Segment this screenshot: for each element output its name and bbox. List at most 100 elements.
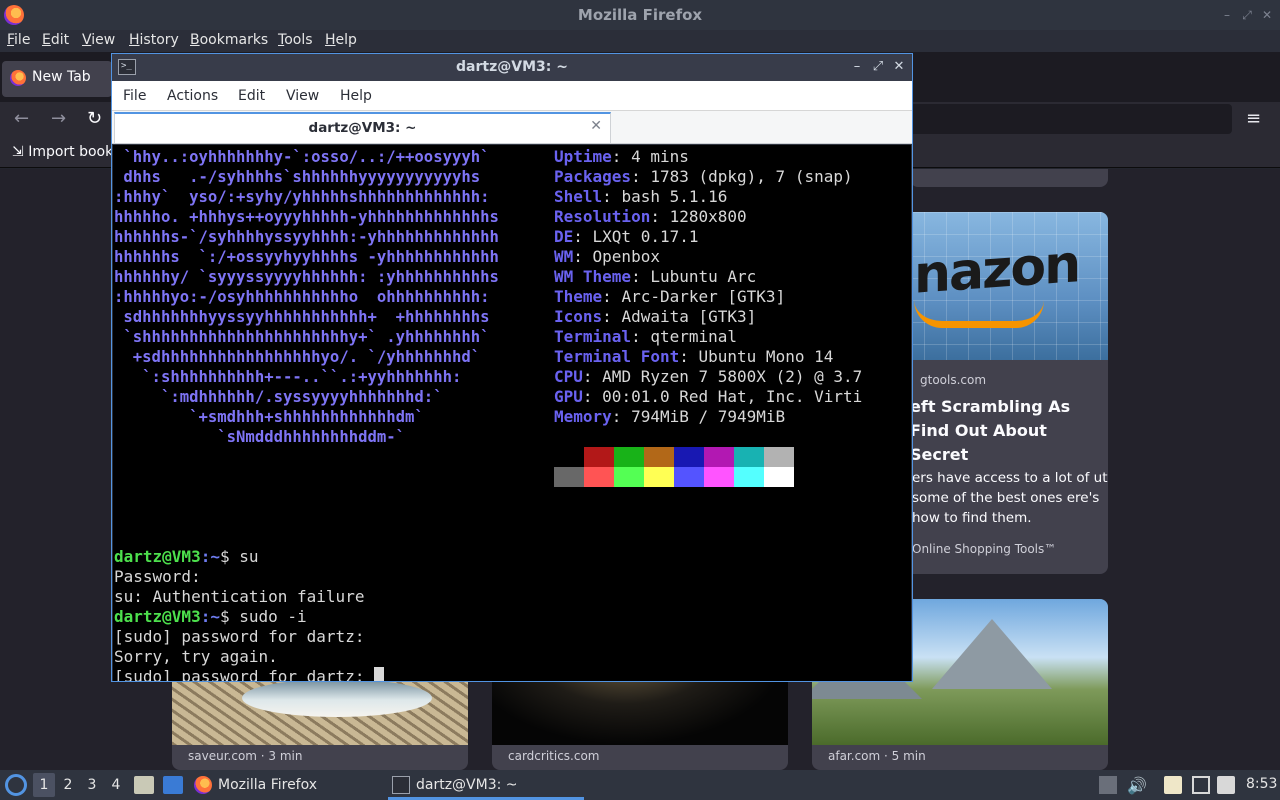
- terminal-output[interactable]: `hhy..:oyhhhhhhhy-`:osso/..:/++oosyyyh` …: [113, 145, 911, 681]
- ascii-logo-line: `shhhhhhhhhhhhhhhhhhhhhhy+` .yhhhhhhhh`: [114, 328, 490, 346]
- menu-edit[interactable]: Edit: [42, 32, 69, 48]
- terminal-menu-view[interactable]: View: [286, 88, 319, 104]
- terminal-titlebar[interactable]: >_ dartz@VM3: ~ – ⤢ ✕: [112, 54, 912, 81]
- color-swatch: [764, 447, 794, 467]
- ascii-logo-line: hhhhho. +hhhys++oyyyhhhhh-yhhhhhhhhhhhhh…: [114, 208, 499, 226]
- color-swatch: [584, 447, 614, 467]
- shell-session: dartz@VM3:~$ su Password: su: Authenticati…: [114, 527, 385, 681]
- firefox-tab-icon: [10, 70, 26, 86]
- reload-icon[interactable]: ↻: [87, 108, 102, 129]
- desktop-2[interactable]: 2: [57, 773, 79, 797]
- story-card-amazon[interactable]: nazon gtools.com eft Scrambling As Find …: [880, 212, 1108, 574]
- amazon-smile-logo: [914, 300, 1044, 328]
- info-row: Memory: 794MiB / 7949MiB: [554, 407, 786, 426]
- show-desktop-icon[interactable]: [163, 776, 183, 794]
- desktop-3[interactable]: 3: [81, 773, 103, 797]
- menu-help[interactable]: Help: [325, 32, 357, 48]
- volume-icon[interactable]: 🔊: [1127, 776, 1147, 795]
- info-row: WM Theme: Lubuntu Arc: [554, 267, 757, 286]
- terminal-window[interactable]: >_ dartz@VM3: ~ – ⤢ ✕ File Actions Edit …: [111, 53, 913, 682]
- desktop-1[interactable]: 1: [33, 773, 55, 797]
- eject-icon[interactable]: [1099, 776, 1117, 794]
- clock: 8:53: [1246, 776, 1278, 792]
- file-manager-icon[interactable]: [134, 776, 154, 794]
- info-key: CPU: [554, 367, 583, 386]
- minimize-icon[interactable]: –: [1220, 8, 1234, 22]
- forward-arrow-icon[interactable]: →: [51, 108, 66, 129]
- info-value: Ubuntu Mono 14: [698, 347, 834, 366]
- info-key: Packages: [554, 167, 632, 186]
- story-source: cardcritics.com: [508, 749, 600, 763]
- terminal-menu-actions[interactable]: Actions: [167, 88, 218, 104]
- info-value: 00:01.0 Red Hat, Inc. Virti: [602, 387, 863, 406]
- desktop-4[interactable]: 4: [105, 773, 127, 797]
- info-key: Theme: [554, 287, 603, 306]
- info-value: 4 mins: [631, 147, 689, 166]
- info-row: Theme: Arc-Darker [GTK3]: [554, 287, 786, 306]
- story-card-partial[interactable]: [910, 169, 1108, 187]
- ascii-logo-line: dhhs .-/syhhhhs`shhhhhhyyyyyyyyyyyhs: [114, 168, 481, 186]
- prompt-line: dartz@VM3:~$ su: [114, 547, 259, 566]
- color-swatch: [674, 447, 704, 467]
- start-menu-icon[interactable]: [5, 774, 27, 796]
- color-swatch: [704, 447, 734, 467]
- url-bar[interactable]: [910, 104, 1232, 134]
- info-row: Terminal Font: Ubuntu Mono 14: [554, 347, 834, 366]
- task-label: Mozilla Firefox: [218, 777, 318, 793]
- output-line: [sudo] password for dartz:: [114, 667, 385, 681]
- story-description: ers have access to a lot of ut some of t…: [912, 470, 1108, 526]
- story-source: afar.com · 5 min: [828, 749, 926, 763]
- info-value: LXQt 0.17.1: [592, 227, 699, 246]
- info-key: GPU: [554, 387, 583, 406]
- output-line: Password:: [114, 567, 201, 586]
- ascii-logo-line: hhhhhhs `:/+ossyyhyyhhhhs -yhhhhhhhhhhhh: [114, 248, 499, 266]
- import-bookmarks-button[interactable]: ⇲ Import book: [12, 144, 113, 160]
- terminal-menu-edit[interactable]: Edit: [238, 88, 265, 104]
- menu-file[interactable]: File: [7, 32, 30, 48]
- close-icon[interactable]: ✕: [1260, 8, 1274, 22]
- terminal-menu-help[interactable]: Help: [340, 88, 372, 104]
- terminal-menu-file[interactable]: File: [123, 88, 146, 104]
- ascii-logo-line: hhhhhhs-`/syhhhhyssyyhhhh:-yhhhhhhhhhhhh…: [114, 228, 499, 246]
- color-swatch: [764, 467, 794, 487]
- info-row: CPU: AMD Ryzen 7 5800X (2) @ 3.7: [554, 367, 863, 386]
- maximize-icon[interactable]: ⤢: [1240, 8, 1254, 22]
- ascii-logo-line: `sNmdddhhhhhhhhddm-`: [114, 428, 406, 446]
- terminal-tab[interactable]: dartz@VM3: ~ ✕: [114, 112, 611, 143]
- menu-tools[interactable]: Tools: [278, 32, 313, 48]
- tab-new-tab[interactable]: New Tab: [2, 61, 112, 97]
- ascii-logo-line: `hhy..:oyhhhhhhhy-`:osso/..:/++oosyyyh`: [114, 148, 490, 166]
- clipboard-icon[interactable]: [1164, 776, 1182, 794]
- info-value: 794MiB / 7949MiB: [631, 407, 786, 426]
- text-cursor: [374, 667, 385, 681]
- import-bookmarks-label: Import book: [28, 144, 114, 160]
- close-icon[interactable]: ✕: [891, 59, 907, 74]
- tab-close-icon[interactable]: ✕: [590, 118, 602, 134]
- terminal-tab-label: dartz@VM3: ~: [308, 120, 417, 136]
- info-key: Terminal: [554, 327, 632, 346]
- task-terminal[interactable]: dartz@VM3: ~: [388, 770, 584, 800]
- color-swatch: [614, 467, 644, 487]
- menu-bookmarks[interactable]: Bookmarks: [190, 32, 268, 48]
- info-value: Arc-Darker [GTK3]: [621, 287, 786, 306]
- network-icon[interactable]: [1192, 776, 1210, 794]
- menu-view[interactable]: View: [82, 32, 115, 48]
- back-arrow-icon[interactable]: ←: [14, 108, 29, 129]
- info-value: qterminal: [650, 327, 738, 346]
- hamburger-menu-icon[interactable]: ≡: [1246, 108, 1261, 129]
- color-swatch: [734, 467, 764, 487]
- info-row: Shell: bash 5.1.16: [554, 187, 728, 206]
- task-firefox[interactable]: Mozilla Firefox: [190, 770, 317, 800]
- info-key: Icons: [554, 307, 603, 326]
- system-info: Uptime: 4 mins Packages: 1783 (dpkg), 7 (…: [554, 147, 862, 427]
- ascii-logo-line: +sdhhhhhhhhhhhhhhhhhyo/. `/yhhhhhhhd`: [114, 348, 481, 366]
- ubuntu-ascii-logo: `hhy..:oyhhhhhhhy-`:osso/..:/++oosyyyh` …: [114, 147, 499, 447]
- notification-icon[interactable]: [1217, 776, 1235, 794]
- color-swatch: [734, 447, 764, 467]
- info-row: Packages: 1783 (dpkg), 7 (snap): [554, 167, 853, 186]
- menu-history[interactable]: History: [129, 32, 179, 48]
- amazon-sign-image: nazon: [880, 212, 1108, 360]
- minimize-icon[interactable]: –: [849, 59, 865, 74]
- info-value: 1280x800: [669, 207, 747, 226]
- maximize-icon[interactable]: ⤢: [870, 59, 886, 74]
